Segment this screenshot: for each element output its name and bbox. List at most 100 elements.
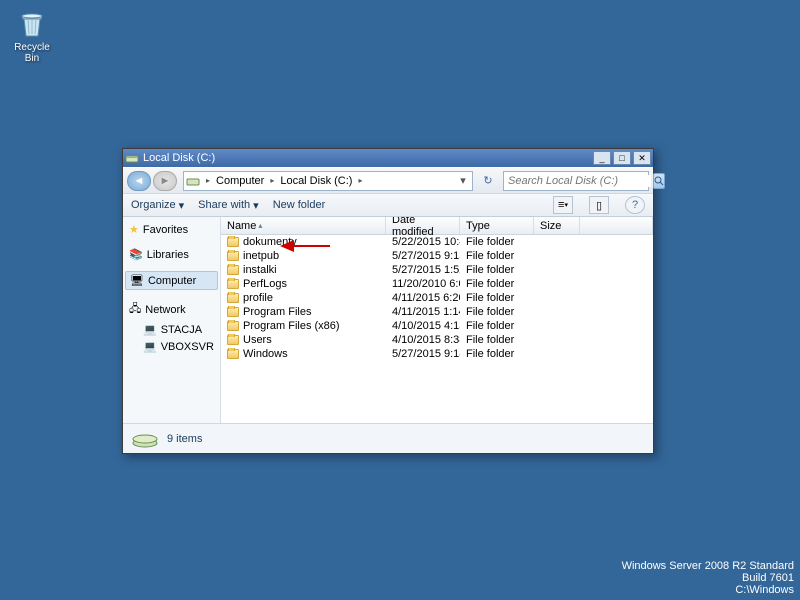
computer-icon: 💻 <box>143 323 157 336</box>
file-name: PerfLogs <box>243 278 287 290</box>
status-text: 9 items <box>167 433 202 445</box>
star-icon: ★ <box>129 223 139 236</box>
organize-menu[interactable]: Organize ▾ <box>131 199 184 212</box>
computer-icon: 💻 <box>143 340 157 353</box>
file-type: File folder <box>460 278 534 290</box>
file-type: File folder <box>460 348 534 360</box>
table-row[interactable]: inetpub5/27/2015 9:13 AMFile folder <box>221 249 653 263</box>
address-bar[interactable]: ▸ Computer ▸ Local Disk (C:) ▸ ▾ <box>183 171 473 191</box>
file-type: File folder <box>460 320 534 332</box>
file-date: 5/27/2015 1:52 AM <box>386 264 460 276</box>
desktop-watermark: Windows Server 2008 R2 Standard Build 76… <box>622 560 794 596</box>
file-type: File folder <box>460 236 534 248</box>
file-rows: dokumenty5/22/2015 10:43 AMFile folderin… <box>221 235 653 423</box>
status-bar: 9 items <box>123 423 653 453</box>
back-button[interactable]: ◄ <box>127 171 151 191</box>
file-date: 4/11/2015 6:20 AM <box>386 292 460 304</box>
explorer-window: Local Disk (C:) _ □ ✕ ◄ ► ▸ Computer ▸ L… <box>122 148 654 454</box>
file-type: File folder <box>460 306 534 318</box>
file-name: Program Files <box>243 306 311 318</box>
col-name[interactable]: Name▴ <box>221 217 386 234</box>
file-type: File folder <box>460 292 534 304</box>
help-button[interactable]: ? <box>625 196 645 214</box>
titlebar[interactable]: Local Disk (C:) _ □ ✕ <box>123 149 653 167</box>
file-name: instalki <box>243 264 277 276</box>
network-node[interactable]: 💻VBOXSVR <box>125 338 218 355</box>
drive-icon <box>131 429 159 449</box>
chevron-right-icon: ▸ <box>356 176 364 185</box>
folder-icon <box>227 293 239 303</box>
chevron-down-icon: ▾ <box>179 199 185 212</box>
window-body: ★Favorites 📚Libraries 🖥Computer 🖧Network… <box>123 217 653 423</box>
folder-icon <box>227 265 239 275</box>
folder-icon <box>227 349 239 359</box>
search-box[interactable] <box>503 171 649 191</box>
file-type: File folder <box>460 264 534 276</box>
col-type[interactable]: Type <box>460 217 534 234</box>
recycle-bin-icon <box>16 8 48 40</box>
refresh-button[interactable]: ↻ <box>479 172 497 190</box>
table-row[interactable]: PerfLogs 11/20/2010 6:04 AMFile folder <box>221 277 653 291</box>
table-row[interactable]: Program Files 4/11/2015 1:14 PMFile folde… <box>221 305 653 319</box>
file-list: Name▴ Date modified Type Size dokumenty 5… <box>221 217 653 423</box>
table-row[interactable]: Users4/10/2015 8:38 AMFile folder <box>221 333 653 347</box>
file-name: dokumenty <box>243 236 297 248</box>
sidebar-favorites[interactable]: ★Favorites <box>125 221 218 238</box>
drive-icon <box>125 151 139 165</box>
table-row[interactable]: Program Files (x86)4/10/2015 4:13 PMFile… <box>221 319 653 333</box>
libraries-icon: 📚 <box>129 248 143 261</box>
close-button[interactable]: ✕ <box>633 151 651 165</box>
table-row[interactable]: instalki 5/27/2015 1:52 AMFile folder <box>221 263 653 277</box>
sort-asc-icon: ▴ <box>258 221 262 230</box>
search-input[interactable] <box>508 175 651 187</box>
file-name: inetpub <box>243 250 279 262</box>
new-folder-button[interactable]: New folder <box>273 199 326 211</box>
maximize-button[interactable]: □ <box>613 151 631 165</box>
file-name: Users <box>243 334 272 346</box>
table-row[interactable]: dokumenty 5/22/2015 10:43 AMFile folder <box>221 235 653 249</box>
chevron-right-icon: ▸ <box>268 176 276 185</box>
folder-icon <box>227 321 239 331</box>
col-blank[interactable] <box>580 217 653 234</box>
recycle-bin-label: Recycle Bin <box>8 42 56 64</box>
file-date: 11/20/2010 6:04 AM <box>386 278 460 290</box>
view-options-button[interactable]: ≡ ▾ <box>553 196 573 214</box>
address-dropdown[interactable]: ▾ <box>456 174 470 187</box>
command-bar: Organize ▾ Share with ▾ New folder ≡ ▾ ▯… <box>123 193 653 217</box>
file-name: profile <box>243 292 273 304</box>
chevron-down-icon: ▾ <box>253 199 259 212</box>
nav-pane: ★Favorites 📚Libraries 🖥Computer 🖧Network… <box>123 217 221 423</box>
minimize-button[interactable]: _ <box>593 151 611 165</box>
sidebar-libraries[interactable]: 📚Libraries <box>125 246 218 263</box>
file-name: Windows <box>243 348 288 360</box>
file-date: 4/11/2015 1:14 PM <box>386 306 460 318</box>
file-type: File folder <box>460 334 534 346</box>
folder-icon <box>227 251 239 261</box>
recycle-bin[interactable]: Recycle Bin <box>8 8 56 64</box>
table-row[interactable]: Windows 5/27/2015 9:18 AMFile folder <box>221 347 653 361</box>
search-icon[interactable] <box>653 173 665 189</box>
computer-icon: 🖥 <box>130 274 144 287</box>
file-date: 5/22/2015 10:43 AM <box>386 236 460 248</box>
folder-icon <box>227 335 239 345</box>
sidebar-computer[interactable]: 🖥Computer <box>125 271 218 290</box>
table-row[interactable]: profile 4/11/2015 6:20 AMFile folder <box>221 291 653 305</box>
window-title: Local Disk (C:) <box>143 152 591 164</box>
folder-icon <box>227 307 239 317</box>
forward-button[interactable]: ► <box>153 171 177 191</box>
col-size[interactable]: Size <box>534 217 580 234</box>
drive-icon <box>186 174 200 188</box>
file-date: 5/27/2015 9:18 AM <box>386 348 460 360</box>
share-menu[interactable]: Share with ▾ <box>198 199 259 212</box>
folder-icon <box>227 279 239 289</box>
breadcrumb-drive[interactable]: Local Disk (C:) <box>276 175 356 187</box>
column-headers: Name▴ Date modified Type Size <box>221 217 653 235</box>
chevron-right-icon: ▸ <box>204 176 212 185</box>
breadcrumb-computer[interactable]: Computer <box>212 175 268 187</box>
col-date[interactable]: Date modified <box>386 217 460 234</box>
sidebar-network[interactable]: 🖧Network 💻STACJA 💻VBOXSVR <box>125 298 218 355</box>
file-date: 4/10/2015 4:13 PM <box>386 320 460 332</box>
folder-icon <box>227 237 239 247</box>
preview-pane-button[interactable]: ▯ <box>589 196 609 214</box>
network-node[interactable]: 💻STACJA <box>125 321 218 338</box>
